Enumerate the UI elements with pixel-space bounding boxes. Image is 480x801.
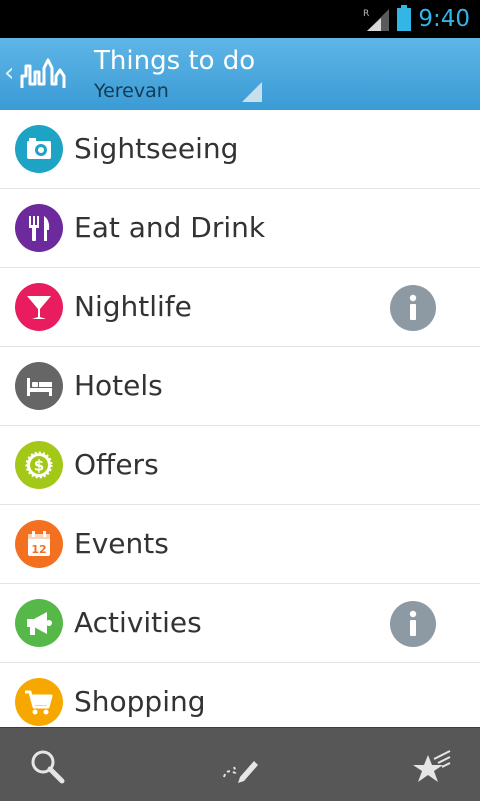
list-item-activities[interactable]: Activities [0,584,480,663]
info-icon[interactable] [390,601,436,647]
calendar-day: 12 [31,543,46,556]
location-spinner[interactable]: Things to do Yerevan [82,38,264,110]
dollar-badge-icon: $ [15,441,63,489]
list-item-label: Events [74,527,169,560]
status-bar: R 9:40 [0,0,480,38]
list-item-nightlife[interactable]: Nightlife [0,268,480,347]
megaphone-icon [15,599,63,647]
list-item-label: Offers [74,448,159,481]
list-item-label: Eat and Drink [74,211,266,244]
network-type-label: R [363,9,369,19]
list-item-eat-and-drink[interactable]: Eat and Drink [0,189,480,268]
calendar-icon: 12 [15,520,63,568]
city-subtitle: Yerevan [94,80,169,102]
battery-icon [397,5,411,31]
search-icon [31,750,65,784]
list-item-label: Activities [74,606,202,639]
svg-text:$: $ [34,457,44,475]
route-edit-button[interactable] [160,728,320,801]
spinner-corner-icon [242,82,262,102]
list-item-label: Sightseeing [74,132,239,165]
city-skyline-logo [20,58,66,88]
cocktail-icon [15,283,63,331]
list-item-label: Nightlife [74,290,192,323]
bed-icon [15,362,63,410]
list-item-shopping[interactable]: Shopping [0,663,480,727]
action-bar: ‹ Things to do Yerevan [0,38,480,110]
clock: 9:40 [418,6,470,32]
list-item-events[interactable]: 12 Events [0,505,480,584]
route-edit-icon [223,761,258,783]
star-icon [413,750,451,782]
category-list: Sightseeing Eat and Drink Nightlife Hote… [0,110,480,727]
bottom-toolbar [0,727,480,801]
page-title: Things to do [94,46,256,76]
info-icon[interactable] [390,285,436,331]
camera-icon [15,125,63,173]
list-item-hotels[interactable]: Hotels [0,347,480,426]
list-item-label: Shopping [74,685,206,718]
signal-icon: R [363,9,389,31]
list-item-offers[interactable]: $ Offers [0,426,480,505]
chevron-left-icon: ‹ [4,58,15,88]
fork-knife-icon [15,204,63,252]
shopping-cart-icon [15,678,63,726]
up-button[interactable]: ‹ [0,38,80,110]
favorites-button[interactable] [320,728,480,801]
list-item-sightseeing[interactable]: Sightseeing [0,110,480,189]
list-item-label: Hotels [74,369,163,402]
search-button[interactable] [0,728,160,801]
